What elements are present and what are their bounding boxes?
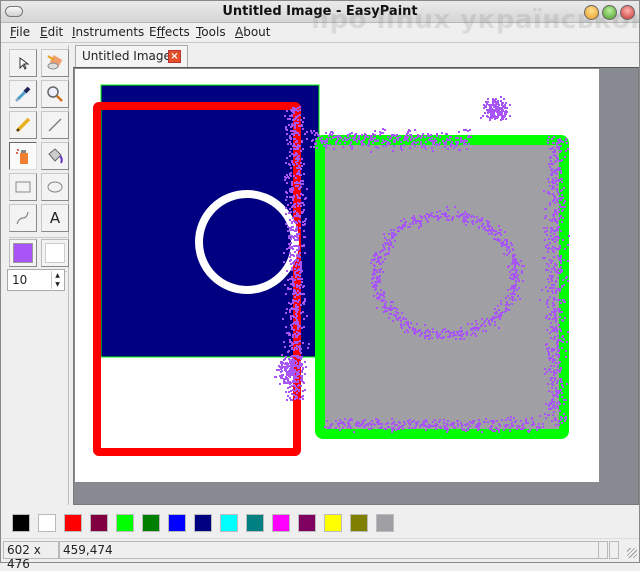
line-icon [48,118,62,132]
drawing-canvas[interactable] [75,69,599,482]
mnemonic: A [235,25,244,39]
menu-effects-pre: E [149,25,157,39]
tool-curve[interactable] [9,204,37,232]
pen-size-spinbox[interactable]: 10 ▲ ▼ [7,269,65,291]
color-palette [1,511,639,535]
tab-untitled-image[interactable]: Untitled Image × [75,45,188,67]
pencil-icon [15,117,31,133]
eyedropper-icon [15,86,31,102]
secondary-color-swatch [45,243,65,263]
tool-ellipse[interactable] [41,173,69,201]
tool-fill[interactable] [41,142,69,170]
tool-line[interactable] [41,111,69,139]
menu-about-rest: bout [243,25,271,39]
menu-tools[interactable]: Tools [196,25,226,39]
easypaint-window: Untitled Image - EasyPaint про linux укр… [0,0,640,571]
toolbox-separator [9,237,67,238]
menu-effects-rest: fects [164,25,190,39]
paint-bucket-icon [48,148,63,164]
tool-magnifier[interactable] [41,80,69,108]
palette-color-swatch[interactable] [90,514,108,532]
menu-edit[interactable]: Edit [40,25,63,39]
tool-eraser[interactable] [41,49,69,77]
tool-pencil[interactable] [9,111,37,139]
palette-color-swatch[interactable] [350,514,368,532]
menu-instruments[interactable]: Instruments [72,25,144,39]
primary-color-button[interactable] [9,239,37,267]
menu-bar: File Edit Instruments Effects Tools Abou… [1,23,639,43]
canvas-drawing [93,84,570,456]
palette-color-swatch[interactable] [168,514,186,532]
menu-effects[interactable]: Effects [149,25,190,39]
tab-label: Untitled Image [82,49,171,63]
palette-color-swatch[interactable] [220,514,238,532]
pen-size-value: 10 [12,273,28,287]
palette-color-swatch[interactable] [324,514,342,532]
cursor-position-label: 459,474 [59,541,599,559]
menu-about[interactable]: About [235,25,271,39]
status-bar: 602 x 476 459,474 [1,538,639,571]
close-tab-icon[interactable]: × [168,50,181,63]
toolbox: A 10 ▲ ▼ [5,45,69,505]
status-cell-empty [609,541,619,559]
title-bar[interactable]: Untitled Image - EasyPaint про linux укр… [1,1,640,35]
palette-color-swatch[interactable] [142,514,160,532]
tool-text[interactable]: A [41,204,69,232]
palette-color-swatch[interactable] [38,514,56,532]
maximize-button[interactable] [602,5,617,20]
image-size-label: 602 x 476 [3,541,59,571]
menu-instruments-rest: nstruments [75,25,145,39]
menu-file[interactable]: File [10,25,30,39]
secondary-color-button[interactable] [41,239,69,267]
menu-tools-rest: ools [201,25,226,39]
palette-color-swatch[interactable] [376,514,394,532]
eraser-icon [47,55,63,70]
tool-spray[interactable] [9,142,37,170]
menu-file-rest: ile [16,25,31,39]
text-icon: A [49,209,61,227]
spray-icon [16,149,28,164]
palette-color-swatch[interactable] [116,514,134,532]
palette-color-swatch[interactable] [298,514,316,532]
status-cell-empty [598,541,608,559]
palette-color-swatch[interactable] [194,514,212,532]
cursor-icon [19,57,30,70]
window-title: Untitled Image - EasyPaint [222,4,418,19]
palette-color-swatch[interactable] [246,514,264,532]
tool-color-picker[interactable] [9,80,37,108]
spin-down-button[interactable]: ▼ [51,280,63,289]
palette-color-swatch[interactable] [12,514,30,532]
spin-up-button[interactable]: ▲ [51,271,63,280]
minimize-button[interactable] [584,5,599,20]
primary-color-swatch [13,243,33,263]
tool-rectangle[interactable] [9,173,37,201]
canvas-scroll-area [73,67,639,505]
rectangle-icon [15,181,31,193]
close-window-button[interactable] [620,5,635,20]
mnemonic: f [156,25,165,39]
curve-icon [16,211,29,225]
menu-edit-rest: dit [47,25,64,39]
magnifier-icon [47,86,63,102]
palette-color-swatch[interactable] [64,514,82,532]
palette-color-swatch[interactable] [272,514,290,532]
window-resize-grip[interactable] [627,548,637,558]
gray-rect-green-outline [315,135,569,439]
tab-bar: Untitled Image × [73,43,639,67]
tool-cursor[interactable] [9,49,37,77]
ellipse-icon [47,181,63,193]
mnemonic: E [40,25,48,39]
